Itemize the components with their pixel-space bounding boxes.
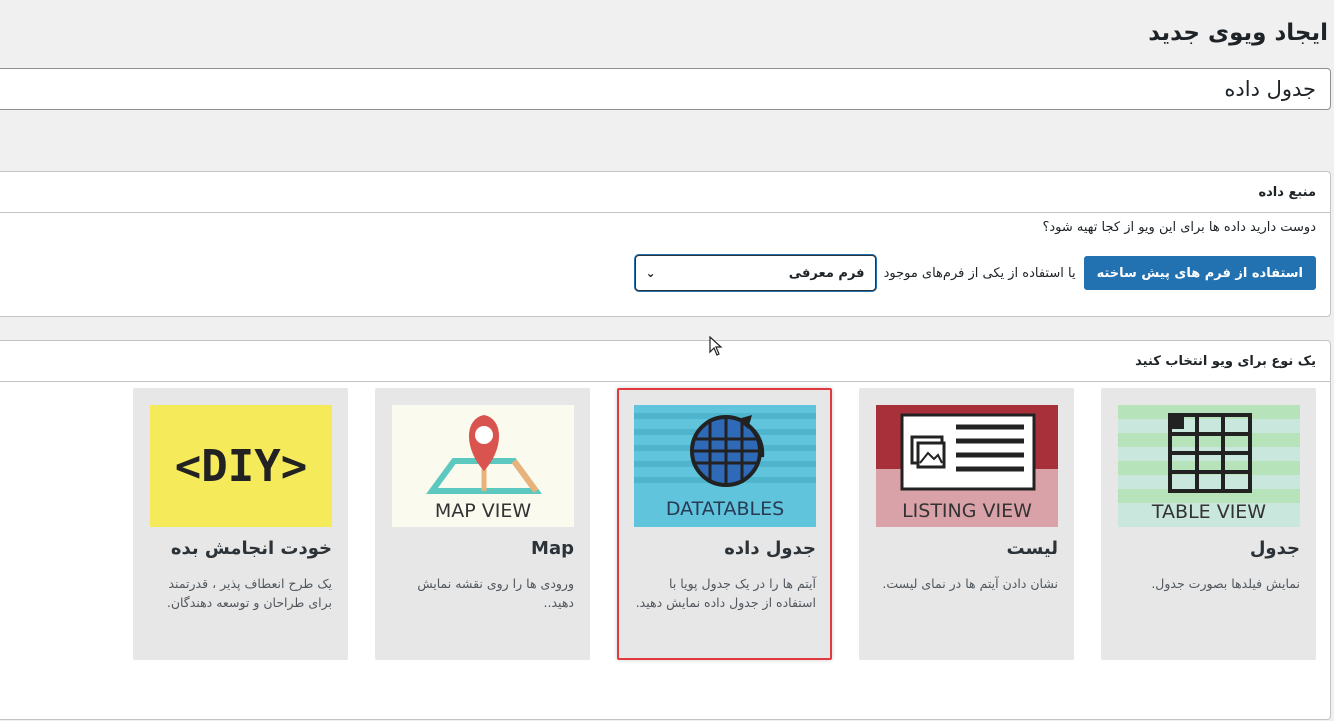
form-select[interactable]: فرم معرفی ⌄ xyxy=(634,255,876,291)
diy-icon: <DIY> xyxy=(150,405,332,527)
thumb-label: TABLE VIEW xyxy=(1151,501,1266,523)
view-card-listing[interactable]: LISTING VIEW لیست نشان دادن آیتم ها در ن… xyxy=(859,388,1074,660)
card-title: لیست xyxy=(1006,538,1058,559)
card-description: ورودی ها را روی نقشه نمایش دهید.. xyxy=(417,576,574,610)
card-title: Map xyxy=(531,538,574,559)
use-prebuilt-forms-button[interactable]: استفاده از فرم های پیش ساخته xyxy=(1083,256,1316,290)
thumb-label: <DIY> xyxy=(175,441,307,492)
view-title-input[interactable] xyxy=(0,68,1331,110)
mouse-cursor-icon xyxy=(709,335,723,360)
page-title: ایجاد ویوی جدید xyxy=(1148,20,1328,46)
globe-grid-icon: DATATABLES xyxy=(634,405,816,527)
data-source-box: منبع داده دوست دارید داده ها برای این وی… xyxy=(0,171,1331,317)
data-source-row: استفاده از فرم های پیش ساخته یا استفاده … xyxy=(634,255,1316,291)
data-source-header: منبع داده xyxy=(0,172,1330,213)
form-select-value: فرم معرفی xyxy=(788,265,865,281)
view-type-header: یک نوع برای ویو انتخاب کنید xyxy=(0,341,1330,382)
view-card-table[interactable]: TABLE VIEW جدول نمایش فیلدها بصورت جدول. xyxy=(1101,388,1316,660)
chevron-down-icon: ⌄ xyxy=(645,266,656,280)
card-description: یک طرح انعطاف پذیر ، قدرتمند برای طراحان… xyxy=(166,576,332,610)
map-pin-icon: MAP VIEW xyxy=(392,405,574,527)
view-card-diy[interactable]: <DIY> خودت انجامش بده یک طرح انعطاف پذیر… xyxy=(133,388,348,660)
view-card-map[interactable]: MAP VIEW Map ورودی ها را روی نقشه نمایش … xyxy=(375,388,590,660)
data-source-question: دوست دارید داده ها برای این ویو از کجا ت… xyxy=(1042,220,1316,235)
view-card-datatables[interactable]: DATATABLES جدول داده آیتم ها را در یک جد… xyxy=(617,388,832,660)
card-title: جدول xyxy=(1249,538,1300,559)
thumb-label: LISTING VIEW xyxy=(902,500,1032,522)
or-existing-form-label: یا استفاده از یکی از فرم‌های موجود xyxy=(883,265,1076,281)
table-icon: TABLE VIEW xyxy=(1118,405,1300,527)
thumb-label: DATATABLES xyxy=(666,498,784,520)
card-title: خودت انجامش بده xyxy=(170,538,332,559)
card-title: جدول داده xyxy=(724,538,816,559)
card-description: نشان دادن آیتم ها در نمای لیست. xyxy=(882,576,1058,591)
thumb-label: MAP VIEW xyxy=(435,500,531,522)
listing-icon: LISTING VIEW xyxy=(876,405,1058,527)
card-description: آیتم ها را در یک جدول پویا با استفاده از… xyxy=(635,576,816,610)
card-description: نمایش فیلدها بصورت جدول. xyxy=(1151,576,1300,591)
